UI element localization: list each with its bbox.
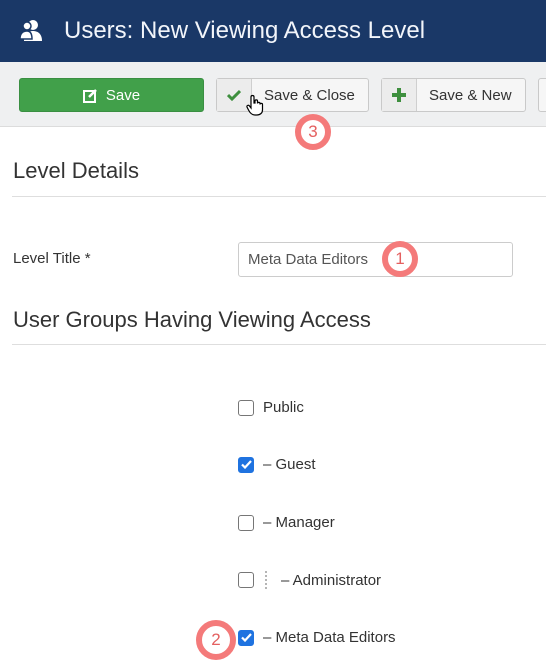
- hand-cursor-icon: [246, 94, 264, 116]
- group-label: Public: [263, 399, 304, 416]
- group-label: – Meta Data Editors: [263, 629, 396, 646]
- group-label: – Administrator: [281, 571, 382, 589]
- checkbox-guest[interactable]: [238, 456, 254, 473]
- group-label: – Manager: [263, 514, 335, 531]
- divider: [12, 196, 546, 197]
- checkbox-administrator[interactable]: [238, 572, 254, 588]
- divider: [12, 344, 546, 345]
- check-icon: [240, 460, 252, 469]
- group-row-guest[interactable]: – Guest: [238, 456, 316, 473]
- toolbar: Save Save & Close Save & New: [0, 62, 546, 127]
- save-close-label: Save & Close: [264, 86, 355, 104]
- checkbox-manager[interactable]: [238, 514, 254, 531]
- user-groups-heading: User Groups Having Viewing Access: [13, 307, 371, 332]
- users-icon: [19, 20, 42, 41]
- page-header: Users: New Viewing Access Level: [0, 0, 546, 62]
- checkbox-public[interactable]: [238, 399, 254, 416]
- level-title-label: Level Title *: [13, 250, 91, 267]
- check-icon: [227, 89, 241, 101]
- group-row-administrator[interactable]: – Administrator: [238, 571, 381, 589]
- step-3-badge: 3: [295, 114, 331, 150]
- level-details-heading: Level Details: [13, 158, 139, 183]
- save-label: Save: [105, 86, 141, 104]
- group-row-public[interactable]: Public: [238, 399, 304, 416]
- group-row-manager[interactable]: – Manager: [238, 514, 335, 531]
- level-title-input[interactable]: [238, 242, 513, 277]
- save-new-label: Save & New: [429, 86, 512, 104]
- tree-indent-line: [265, 571, 267, 589]
- save-new-button[interactable]: Save & New: [381, 78, 526, 112]
- group-label: – Guest: [263, 456, 316, 473]
- group-row-meta-data-editors[interactable]: – Meta Data Editors: [238, 629, 396, 646]
- step-1-badge: 1: [382, 241, 418, 277]
- save-copy-button[interactable]: [538, 78, 546, 112]
- checkbox-meta-data-editors[interactable]: [238, 629, 254, 646]
- check-icon: [240, 633, 252, 642]
- step-2-badge: 2: [196, 620, 236, 660]
- plus-icon: [392, 88, 406, 102]
- page-title: Users: New Viewing Access Level: [64, 17, 426, 44]
- save-close-button[interactable]: Save & Close: [216, 78, 369, 112]
- edit-icon: [82, 88, 97, 103]
- save-button[interactable]: Save: [19, 78, 204, 112]
